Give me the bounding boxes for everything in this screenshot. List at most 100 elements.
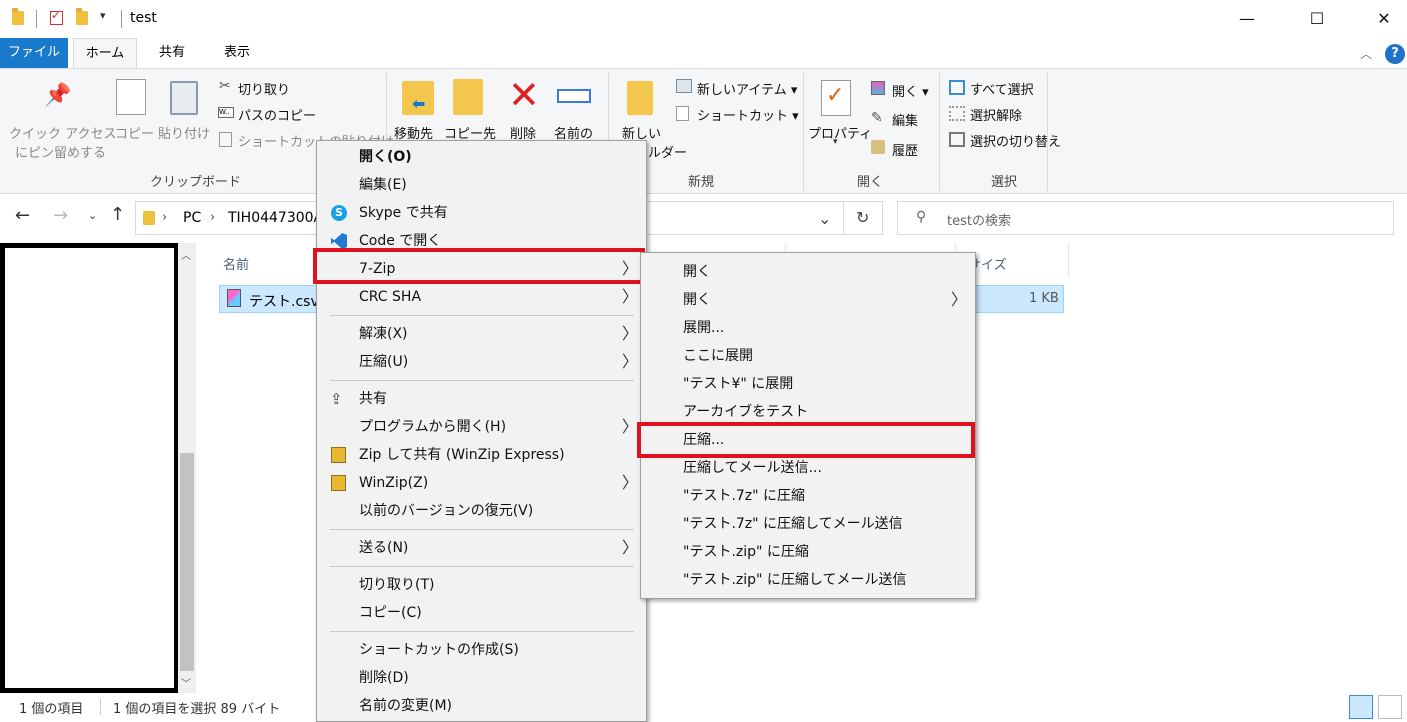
help-icon[interactable]: ?: [1385, 44, 1405, 64]
open-icon: [871, 81, 885, 95]
customize-quick-access-icon[interactable]: ▾: [100, 9, 106, 22]
select-none-button[interactable]: 選択解除: [970, 105, 1022, 124]
file-name[interactable]: テスト.csv: [249, 291, 319, 311]
submenu-item-add-to-7z-email[interactable]: "テスト.7z" に圧縮してメール送信: [641, 510, 975, 538]
menu-item-restore-versions[interactable]: 以前のバージョンの復元(V): [317, 497, 646, 525]
menu-item-winzip[interactable]: WinZip(Z) 〉: [317, 469, 646, 497]
submenu-item-extract-here[interactable]: ここに展開: [641, 342, 975, 370]
details-view-icon[interactable]: [1349, 695, 1373, 719]
menu-item-label: 送る(N): [359, 540, 409, 556]
copy-path-button[interactable]: パスのコピー: [238, 105, 316, 124]
submenu-item-add-to-zip-email[interactable]: "テスト.zip" に圧縮してメール送信: [641, 566, 975, 594]
highlight-7zip: [313, 248, 645, 284]
search-input[interactable]: testの検索: [947, 210, 1011, 229]
refresh-icon[interactable]: ↻: [856, 208, 869, 227]
paste-button[interactable]: 貼り付け: [158, 123, 210, 142]
up-icon[interactable]: ↑: [110, 204, 125, 225]
new-folder-quick-icon[interactable]: [76, 8, 88, 25]
scissors-icon: ✂: [219, 78, 231, 94]
tab-home[interactable]: ホーム: [73, 38, 137, 68]
menu-item-send-to[interactable]: 送る(N) 〉: [317, 534, 646, 562]
cut-button[interactable]: 切り取り: [238, 79, 290, 98]
submenu-item-open-as[interactable]: 開く 〉: [641, 286, 975, 314]
chevron-down-icon[interactable]: ▾: [833, 137, 838, 147]
nav-scrollbar[interactable]: ︿ ﹀: [178, 243, 196, 693]
divider: [1047, 73, 1048, 191]
divider: [36, 10, 37, 28]
collapse-ribbon-icon[interactable]: ︿: [1360, 45, 1372, 62]
menu-item-label: CRC SHA: [359, 289, 422, 305]
share-icon: ⇪: [330, 390, 343, 408]
close-button[interactable]: ✕: [1361, 0, 1407, 38]
large-icons-view-icon[interactable]: [1378, 695, 1402, 719]
maximize-button[interactable]: ☐: [1294, 0, 1340, 38]
menu-item-rename[interactable]: 名前の変更(M): [317, 692, 646, 720]
chevron-right-icon: ›: [162, 210, 168, 225]
new-folder-icon: [627, 81, 653, 115]
csv-file-icon: [227, 289, 241, 307]
menu-item-crc-sha[interactable]: CRC SHA 〉: [317, 283, 646, 311]
back-icon[interactable]: ←: [15, 205, 30, 226]
pin-quick-access-label[interactable]: クイック アクセス: [9, 123, 116, 142]
submenu-item-add-to-zip[interactable]: "テスト.zip" に圧縮: [641, 538, 975, 566]
breadcrumb-drive[interactable]: TIH0447300A: [228, 210, 323, 226]
submenu-item-add-to-7z[interactable]: "テスト.7z" に圧縮: [641, 482, 975, 510]
folder-icon: [12, 8, 24, 25]
menu-item-edit[interactable]: 編集(E): [317, 171, 646, 199]
tab-view[interactable]: 表示: [207, 38, 267, 68]
open-button[interactable]: 開く ▾: [892, 81, 929, 100]
menu-item-winzip-express[interactable]: Zip して共有 (WinZip Express): [317, 441, 646, 469]
menu-item-open[interactable]: 開く(O): [317, 143, 646, 171]
checkmark-icon: ✓: [826, 83, 845, 108]
scrollbar-thumb[interactable]: [180, 453, 194, 671]
delete-icon: ✕: [508, 73, 540, 117]
menu-item-copy[interactable]: コピー(C): [317, 599, 646, 627]
menu-item-label: "テスト.7z" に圧縮: [683, 488, 806, 504]
vscode-icon: [331, 233, 347, 249]
menu-item-share[interactable]: ⇪ 共有: [317, 385, 646, 413]
winzip-icon: [331, 447, 346, 463]
tab-share[interactable]: 共有: [142, 38, 202, 68]
chevron-right-icon: 〉: [622, 473, 639, 492]
breadcrumb-pc[interactable]: PC: [183, 210, 201, 226]
menu-item-skype-share[interactable]: S Skype で共有: [317, 199, 646, 227]
properties-quick-icon[interactable]: [50, 8, 63, 25]
select-all-button[interactable]: すべて選択: [970, 79, 1034, 98]
menu-item-delete[interactable]: 削除(D): [317, 664, 646, 692]
menu-item-extract[interactable]: 解凍(X) 〉: [317, 320, 646, 348]
submenu-item-compress-and-email[interactable]: 圧縮してメール送信...: [641, 454, 975, 482]
explorer-window: ▾ test — ☐ ✕ ファイル ホーム 共有 表示 ︿ ? 📌 クイック ア…: [0, 0, 1407, 722]
copy-icon: [116, 79, 146, 115]
address-dropdown-icon[interactable]: ⌄: [818, 209, 831, 228]
edit-button[interactable]: 編集: [892, 110, 918, 129]
menu-item-label: 共有: [359, 391, 387, 407]
new-item-button[interactable]: 新しいアイテム ▾: [697, 79, 797, 98]
group-label-open: 開く: [857, 175, 884, 190]
history-button[interactable]: 履歴: [892, 140, 918, 159]
recent-locations-icon[interactable]: ⌄: [88, 209, 97, 222]
tab-file[interactable]: ファイル: [0, 38, 68, 68]
forward-icon[interactable]: →: [53, 205, 68, 226]
menu-item-label: 開く: [683, 264, 711, 280]
submenu-item-extract-files[interactable]: 展開...: [641, 314, 975, 342]
rename-icon: [557, 89, 591, 103]
menu-item-cut[interactable]: 切り取り(T): [317, 571, 646, 599]
column-header-name[interactable]: 名前: [223, 254, 249, 273]
menu-item-open-with[interactable]: プログラムから開く(H) 〉: [317, 413, 646, 441]
status-bar: 1 個の項目 1 個の項目を選択 89 バイト: [0, 693, 1407, 722]
shortcut-button[interactable]: ショートカット ▾: [697, 105, 799, 124]
menu-item-label: ショートカットの作成(S): [359, 642, 519, 658]
scroll-down-icon[interactable]: ﹀: [181, 675, 191, 690]
copy-button[interactable]: コピー: [115, 123, 154, 142]
minimize-button[interactable]: —: [1224, 0, 1270, 38]
menu-item-create-shortcut[interactable]: ショートカットの作成(S): [317, 636, 646, 664]
menu-item-compress[interactable]: 圧縮(U) 〉: [317, 348, 646, 376]
search-box[interactable]: ⚲ testの検索: [897, 201, 1394, 235]
properties-button[interactable]: プロパティ: [808, 123, 872, 142]
submenu-item-extract-to-folder[interactable]: "テスト¥" に展開: [641, 370, 975, 398]
navigation-pane[interactable]: [0, 243, 179, 693]
divider: [803, 73, 804, 191]
scroll-up-icon[interactable]: ︿: [181, 247, 191, 262]
submenu-item-open[interactable]: 開く: [641, 258, 975, 286]
pin-quick-access-label-2[interactable]: にピン留めする: [15, 142, 106, 161]
